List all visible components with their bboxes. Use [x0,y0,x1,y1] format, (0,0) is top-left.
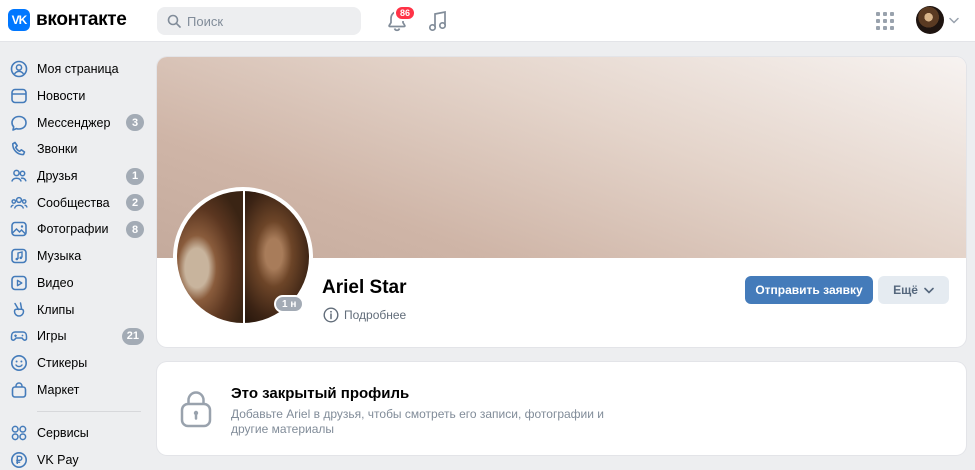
vk-logo[interactable]: VK вконтакте [8,9,127,31]
sidebar-item-label: VK Pay [37,452,79,467]
message-icon [11,115,27,131]
sidebar-item-label: Сервисы [37,426,89,441]
user-avatar[interactable] [916,6,944,34]
sidebar-item-label: Мессенджер [37,115,111,130]
services-icon [11,425,27,441]
profile-details-link[interactable]: Подробнее [323,307,406,323]
communities-icon [10,196,28,209]
sidebar-item-stickers[interactable]: Стикеры [0,350,150,377]
notifications-badge: 86 [394,5,417,21]
sidebar-item-label: Клипы [37,302,75,317]
counter-badge: 1 [126,167,144,185]
vk-logo-icon: VK [8,9,30,31]
sidebar-item-video[interactable]: Видео [0,270,150,297]
profile-card: 1 н Ariel Star Подробнее Отправить заявк… [157,57,966,347]
search-input[interactable] [187,13,347,29]
search-box[interactable] [157,7,361,35]
news-icon [11,88,27,104]
clips-icon [13,301,25,317]
chevron-down-icon [924,287,934,294]
sidebar-item-label: Друзья [37,169,78,184]
info-icon [323,307,339,323]
profile-name: Ariel Star [322,277,407,298]
friends-icon [11,169,27,182]
apps-grid-icon[interactable] [876,12,894,30]
sidebar-divider [37,410,141,412]
private-profile-card: Это закрытый профиль Добавьте Ariel в др… [157,362,966,455]
lock-icon [180,391,212,428]
sidebar-item-label: Новости [37,89,86,104]
sidebar-item-vk-pay[interactable]: VK Pay [0,447,150,470]
sidebar-item-label: Моя страница [37,62,119,77]
sidebar-item-communities[interactable]: Сообщества 2 [0,189,150,216]
counter-badge: 2 [126,194,144,212]
search-icon [167,14,181,28]
sidebar-item-market[interactable]: Маркет [0,376,150,403]
user-circle-icon [10,61,28,78]
left-sidebar: Моя страница Новости Мессенджер 3 Звонки… [0,56,150,470]
sidebar-item-my-page[interactable]: Моя страница [0,56,150,83]
sidebar-item-friends[interactable]: Друзья 1 [0,163,150,190]
sidebar-item-label: Маркет [37,382,80,397]
details-label: Подробнее [344,308,407,322]
last-seen-badge: 1 н [274,295,305,313]
sidebar-item-label: Игры [37,329,67,344]
sidebar-item-music[interactable]: Музыка [0,243,150,270]
video-icon [11,275,27,291]
sidebar-item-news[interactable]: Новости [0,83,150,110]
send-friend-request-button[interactable]: Отправить заявку [745,276,873,304]
ruble-icon [11,451,27,468]
sidebar-item-games[interactable]: Игры 21 [0,323,150,350]
bag-icon [11,381,27,398]
smile-icon [11,354,27,371]
counter-badge: 21 [121,327,144,345]
sidebar-item-label: Стикеры [37,355,88,370]
counter-badge: 8 [126,221,144,239]
sidebar-item-label: Фотографии [37,222,109,237]
sidebar-item-label: Музыка [37,249,82,264]
logo-text: вконтакте [36,9,127,30]
sidebar-item-clips[interactable]: Клипы [0,296,150,323]
sidebar-item-label: Звонки [37,142,78,157]
private-profile-description: Добавьте Ariel в друзья, чтобы смотреть … [231,407,604,436]
sidebar-item-photos[interactable]: Фотографии 8 [0,216,150,243]
more-button-label: Ещё [893,283,918,297]
music-icon [11,248,27,264]
private-profile-title: Это закрытый профиль [231,385,410,402]
sidebar-item-label: Видео [37,275,74,290]
more-button[interactable]: Ещё [878,276,949,304]
sidebar-item-services[interactable]: Сервисы [0,420,150,447]
sidebar-item-calls[interactable]: Звонки [0,136,150,163]
photo-icon [11,222,27,237]
phone-icon [12,142,26,156]
top-header: VK вконтакте 86 [0,0,975,42]
gamepad-icon [10,331,28,342]
music-icon[interactable] [427,9,449,33]
sidebar-item-label: Сообщества [37,195,110,210]
counter-badge: 3 [126,114,144,132]
sidebar-item-messenger[interactable]: Мессенджер 3 [0,109,150,136]
chevron-down-icon[interactable] [949,17,959,24]
